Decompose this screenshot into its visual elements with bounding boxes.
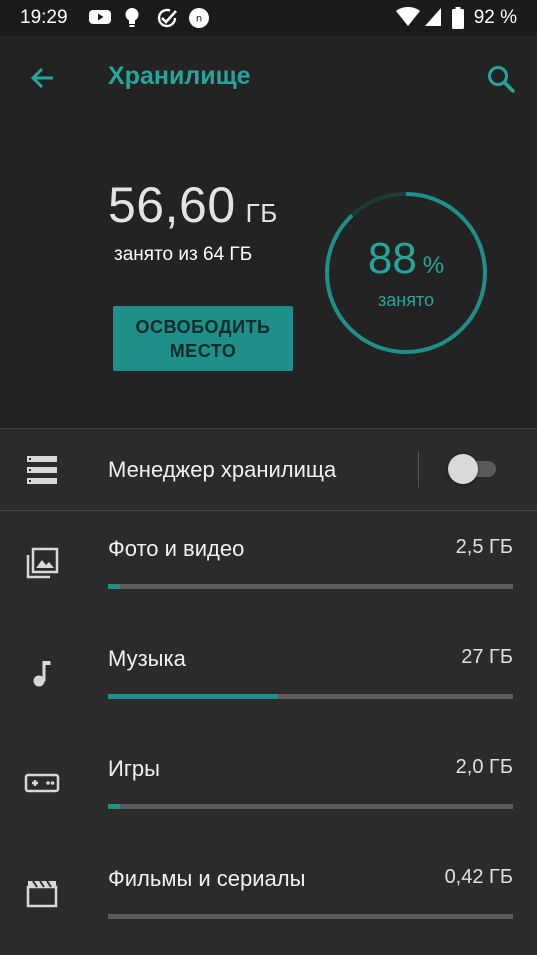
- category-label: Музыка: [108, 646, 186, 671]
- battery-icon: [452, 7, 464, 29]
- category-row-movies[interactable]: Фильмы и сериалы 0,42 ГБ: [0, 841, 537, 951]
- wifi-icon: [396, 7, 420, 26]
- category-row-games[interactable]: Игры 2,0 ГБ: [0, 731, 537, 841]
- category-usage-bar: [108, 584, 513, 589]
- status-time: 19:29: [20, 7, 68, 28]
- storage-manager-row[interactable]: Менеджер хранилища: [0, 429, 537, 510]
- storage-manager-label: Менеджер хранилища: [108, 457, 337, 482]
- category-usage-fill: [108, 584, 121, 589]
- used-unit: ГБ: [245, 198, 278, 228]
- gamepad-icon: [24, 773, 60, 793]
- storage-list-icon: [27, 456, 57, 484]
- storage-manager-toggle[interactable]: [448, 454, 498, 484]
- category-size: 2,5 ГБ: [455, 536, 513, 558]
- used-of-total: занято из 64 ГБ: [114, 244, 253, 265]
- status-bar: 19:29 n 92 %: [0, 0, 537, 36]
- youtube-icon: [89, 10, 111, 24]
- lightbulb-icon: [125, 8, 139, 27]
- category-usage-bar: [108, 804, 513, 809]
- battery-percent: 92 %: [473, 7, 517, 28]
- category-size: 0,42 ГБ: [444, 866, 513, 888]
- svg-text:n: n: [196, 14, 202, 25]
- category-size: 2,0 ГБ: [455, 756, 513, 778]
- arrow-back-icon[interactable]: [28, 64, 56, 92]
- category-usage-bar: [108, 694, 513, 699]
- category-row-photos[interactable]: Фото и видео 2,5 ГБ: [0, 511, 537, 621]
- music-note-icon: [33, 661, 51, 687]
- category-size: 27 ГБ: [461, 646, 513, 668]
- category-usage-fill: [108, 694, 279, 699]
- search-icon[interactable]: [486, 64, 516, 94]
- category-label: Фото и видео: [108, 536, 245, 561]
- check-circle-icon: [157, 8, 177, 28]
- usage-percent-symbol: %: [422, 252, 445, 279]
- page-title: Хранилище: [108, 62, 251, 90]
- movie-clapper-icon: [26, 880, 58, 908]
- usage-percent-value: 88: [367, 234, 417, 283]
- usage-percent-label: занято: [377, 290, 434, 310]
- free-up-space-button[interactable]: ОСВОБОДИТЬ МЕСТО: [113, 306, 293, 371]
- signal-icon: [425, 8, 441, 26]
- category-usage-bar: [108, 914, 513, 919]
- category-label: Игры: [108, 756, 160, 781]
- category-row-music[interactable]: Музыка 27 ГБ: [0, 621, 537, 731]
- toggle-thumb: [448, 454, 478, 484]
- usage-percent: 88%: [324, 234, 488, 284]
- vertical-separator: [418, 451, 419, 487]
- photo-library-icon: [26, 547, 59, 579]
- category-usage-fill: [108, 804, 121, 809]
- used-storage-amount: 56,60 ГБ: [108, 176, 278, 234]
- used-value: 56,60: [108, 177, 236, 233]
- category-label: Фильмы и сериалы: [108, 866, 306, 891]
- notification-n-icon: n: [189, 8, 209, 28]
